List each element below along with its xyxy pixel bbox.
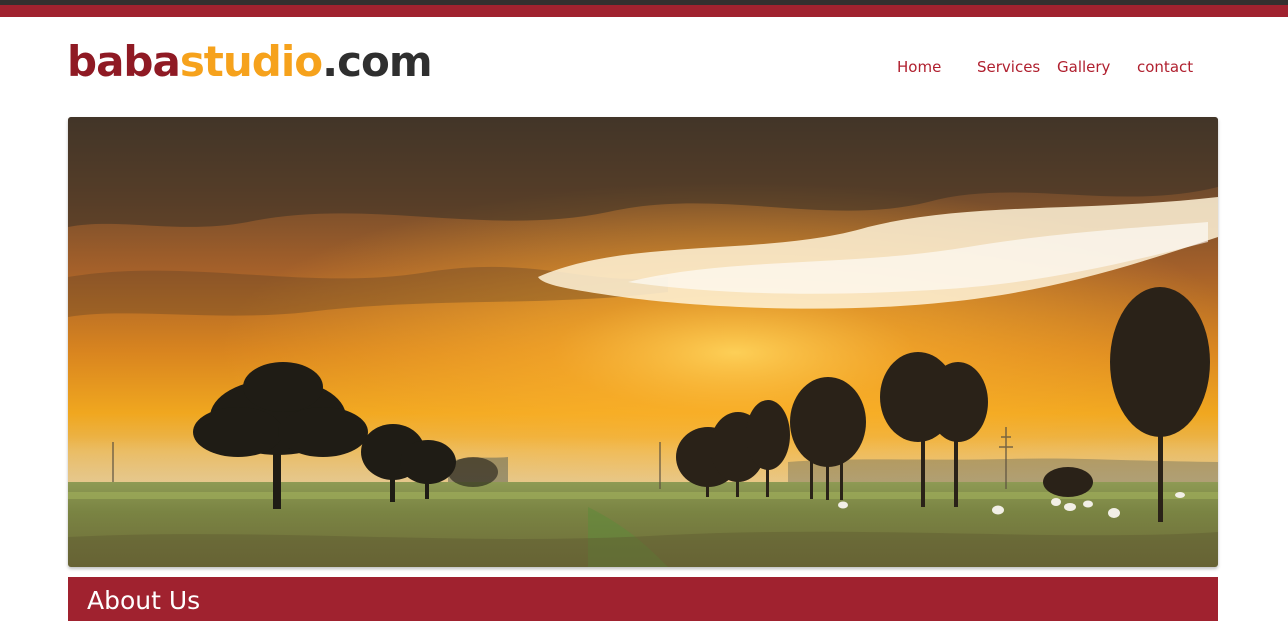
- nav-link-contact[interactable]: contact: [1137, 57, 1193, 77]
- site-logo[interactable]: babastudio.com: [67, 37, 433, 87]
- sunset-landscape-photo: [68, 117, 1218, 567]
- logo-text-baba: baba: [67, 37, 181, 86]
- nav-link-home[interactable]: Home: [897, 57, 941, 77]
- logo-text-com: .com: [322, 37, 432, 86]
- top-accent-bar: [0, 0, 1288, 17]
- nav-link-gallery[interactable]: Gallery: [1057, 57, 1110, 77]
- about-us-section-header: About Us: [68, 577, 1218, 621]
- logo-text-studio: studio: [179, 37, 323, 86]
- hero-banner-image: [68, 117, 1218, 567]
- nav-link-services[interactable]: Services: [977, 57, 1040, 77]
- top-dark-strip: [0, 0, 1288, 5]
- about-us-heading: About Us: [87, 586, 201, 615]
